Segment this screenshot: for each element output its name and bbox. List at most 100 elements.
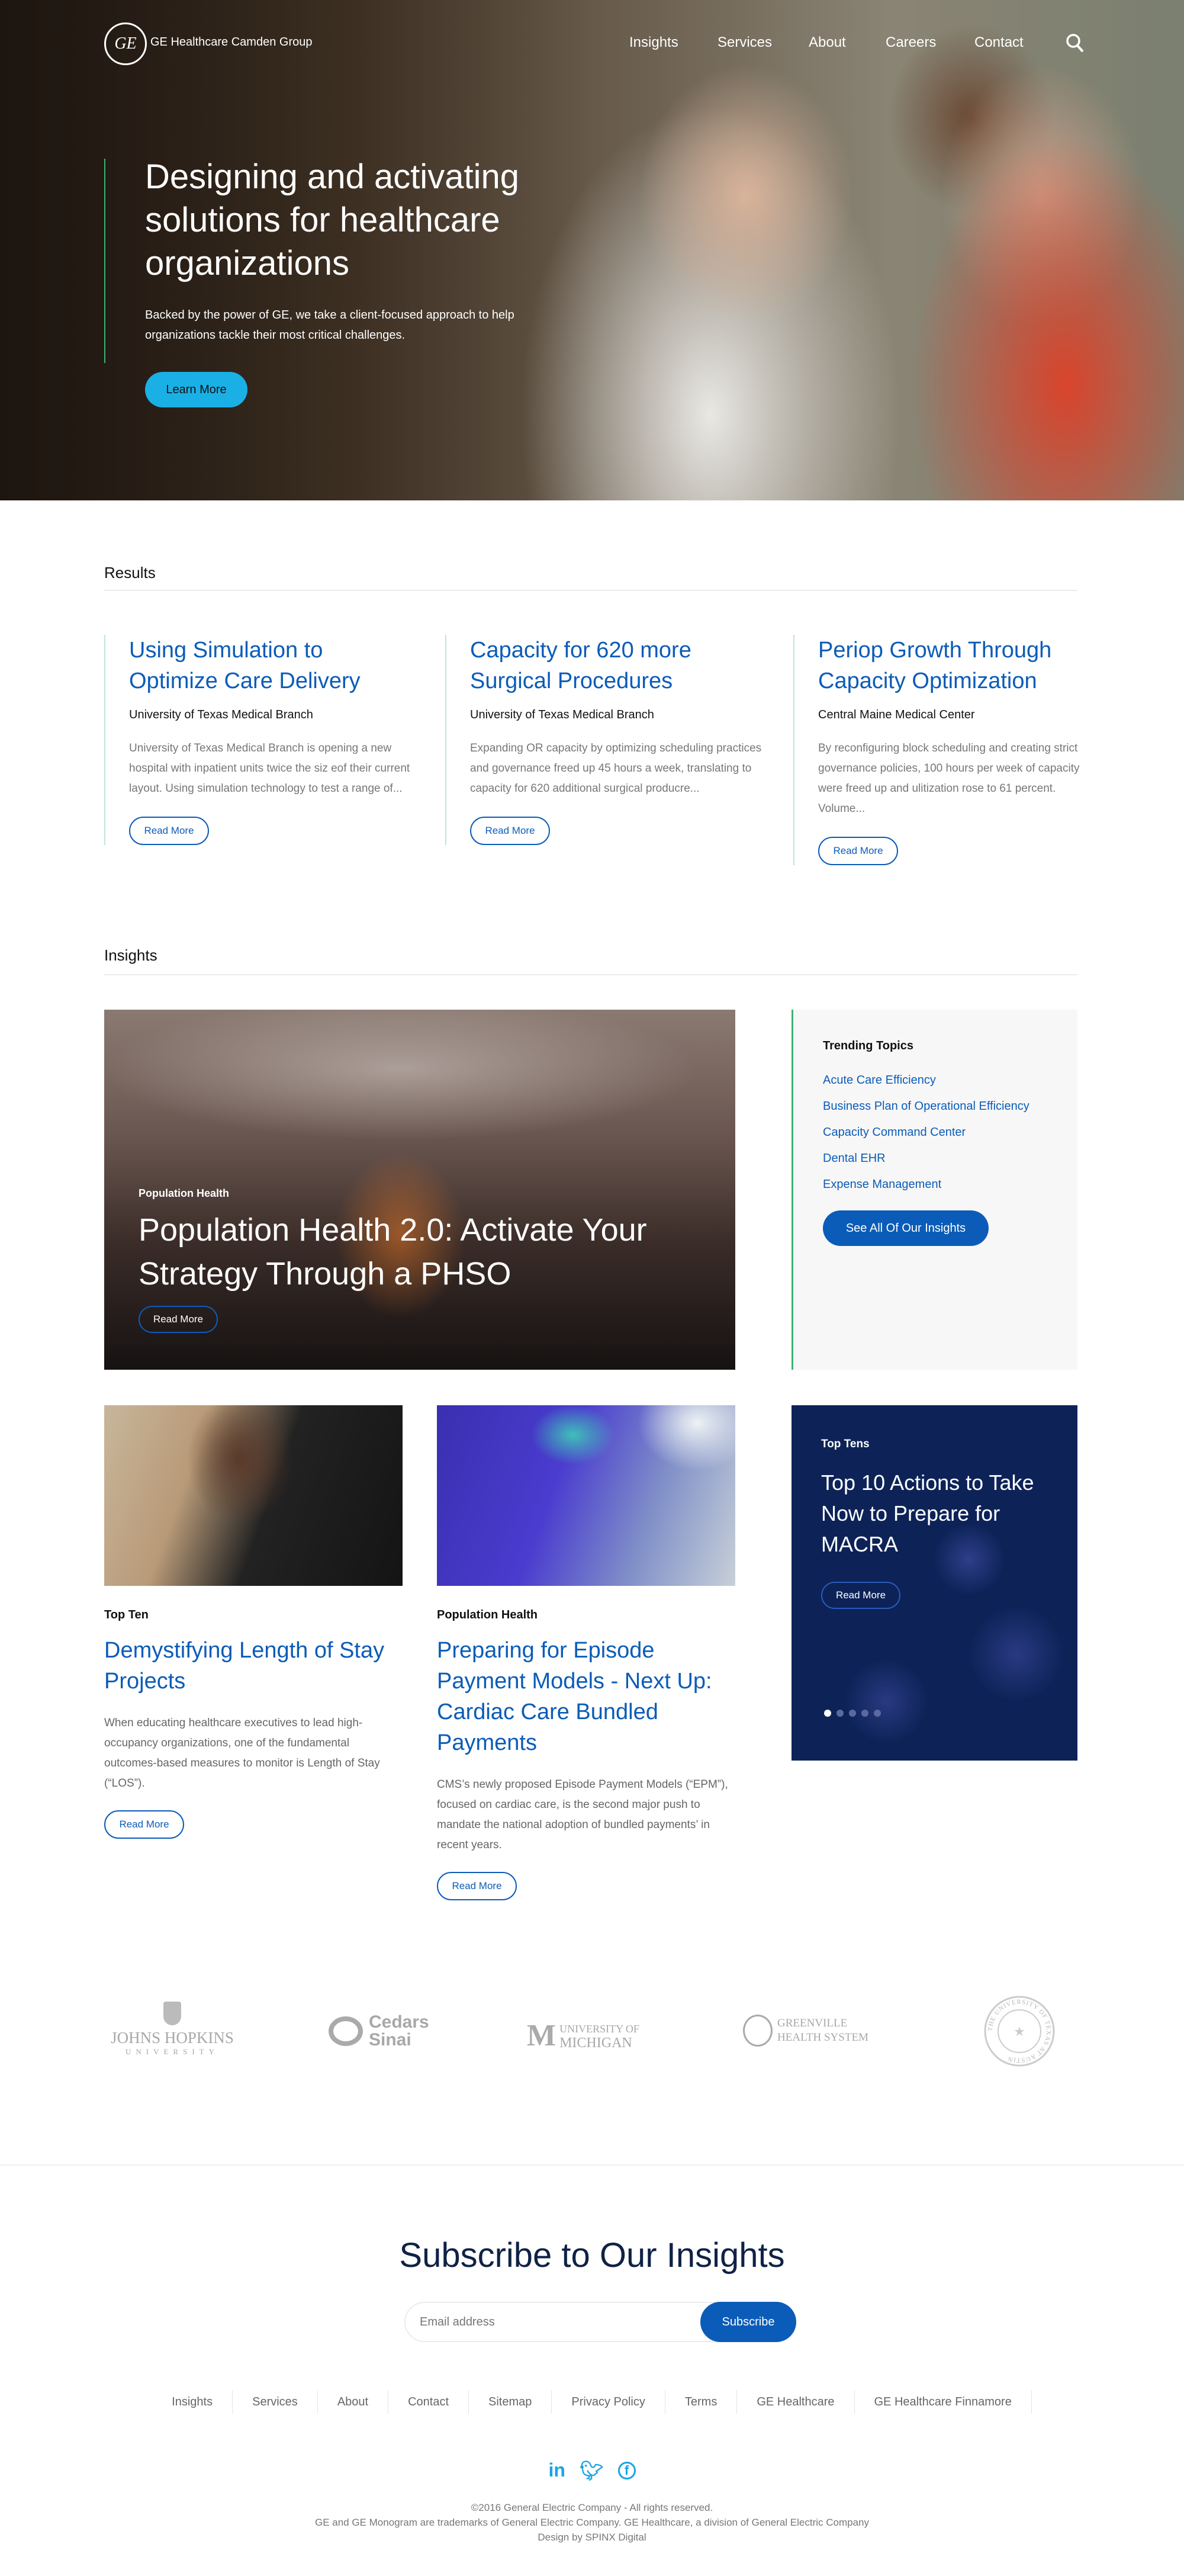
read-more-button[interactable]: Read More <box>437 1872 517 1900</box>
result-description: University of Texas Medical Branch is op… <box>129 742 410 795</box>
carousel-dots <box>824 1709 886 1720</box>
read-more-button[interactable]: Read More <box>470 817 550 845</box>
featured-title[interactable]: Population Health 2.0: Activate Your Str… <box>139 1208 671 1296</box>
top-tens-carousel: Top Tens Top 10 Actions to Take Now to P… <box>792 1405 1077 1761</box>
carousel-category: Top Tens <box>821 1438 870 1450</box>
topic-link[interactable]: Acute Care Efficiency <box>823 1074 1077 1087</box>
hero-accent-line <box>104 159 105 363</box>
insight-image[interactable] <box>437 1405 735 1586</box>
nav-insights[interactable]: Insights <box>629 34 678 51</box>
trending-heading: Trending Topics <box>823 1039 913 1052</box>
insight-image[interactable] <box>104 1405 403 1586</box>
carousel-dot[interactable] <box>874 1710 881 1717</box>
subscribe-button[interactable]: Subscribe <box>700 2302 796 2342</box>
featured-insight-card[interactable]: Population Health Population Health 2.0:… <box>104 1010 735 1370</box>
insight-description: CMS’s newly proposed Episode Payment Mod… <box>437 1778 728 1851</box>
result-description: By reconfiguring block scheduling and cr… <box>818 742 1080 815</box>
footer-link-insights[interactable]: Insights <box>152 2390 233 2414</box>
trademark-notice: GE and GE Monogram are trademarks of Gen… <box>314 2517 870 2528</box>
topic-link[interactable]: Expense Management <box>823 1178 1077 1191</box>
logo-text: GREENVILLE <box>777 2017 848 2029</box>
insight-title[interactable]: Preparing for Episode Payment Models - N… <box>437 1635 735 1758</box>
read-more-button[interactable]: Read More <box>129 817 209 845</box>
insight-category: Top Ten <box>104 1608 149 1621</box>
logo-text: MICHIGAN <box>559 2035 632 2051</box>
logo-text: HEALTH SYSTEM <box>777 2031 868 2044</box>
logo-text: Cedars <box>369 2012 429 2032</box>
footer-links: Insights Services About Contact Sitemap … <box>0 2390 1184 2414</box>
footer-link-terms[interactable]: Terms <box>665 2390 738 2414</box>
shield-icon <box>163 2002 181 2025</box>
nav-about[interactable]: About <box>809 34 846 51</box>
carousel-title[interactable]: Top 10 Actions to Take Now to Prepare fo… <box>821 1467 1058 1560</box>
hero-banner: GE GE Healthcare Camden Group Insights S… <box>0 0 1184 500</box>
topic-link[interactable]: Dental EHR <box>823 1152 1077 1165</box>
carousel-dot[interactable] <box>849 1710 856 1717</box>
insight-title[interactable]: Demystifying Length of Stay Projects <box>104 1635 403 1697</box>
result-title[interactable]: Using Simulation to Optimize Care Delive… <box>129 635 412 696</box>
logo-text: UNIVERSITY OF <box>559 2022 639 2035</box>
read-more-button[interactable]: Read More <box>104 1810 184 1839</box>
footer-link-sitemap[interactable]: Sitemap <box>469 2390 552 2414</box>
linkedin-icon[interactable]: in <box>548 2459 565 2482</box>
footer-link-ge-healthcare[interactable]: GE Healthcare <box>737 2390 855 2414</box>
result-client: Central Maine Medical Center <box>818 708 975 721</box>
insight-description: When educating healthcare executives to … <box>104 1717 380 1790</box>
carousel-dot[interactable] <box>861 1710 868 1717</box>
copyright: ©2016 General Electric Company - All rig… <box>471 2502 713 2513</box>
nav-contact[interactable]: Contact <box>974 34 1024 51</box>
nav-services[interactable]: Services <box>718 34 772 51</box>
greenville-health-system-logo: GREENVILLE HEALTH SYSTEM <box>743 2015 868 2047</box>
ut-austin-seal-logo: THE UNIVERSITY OF TEXAS AT AUSTIN ★ <box>984 1996 1055 2067</box>
result-card: Periop Growth Through Capacity Optimizat… <box>793 635 1089 865</box>
cedars-mark-icon <box>329 2016 363 2046</box>
hero-description: Backed by the power of GE, we take a cli… <box>145 309 514 342</box>
result-card: Using Simulation to Optimize Care Delive… <box>104 635 412 845</box>
read-more-button[interactable]: Read More <box>821 1582 900 1609</box>
university-of-michigan-logo: M UNIVERSITY OF MICHIGAN <box>527 2018 639 2053</box>
footer-link-about[interactable]: About <box>318 2390 389 2414</box>
nav-careers[interactable]: Careers <box>886 34 936 51</box>
social-links: in 🐦︎ f <box>0 2459 1184 2482</box>
facebook-icon[interactable]: f <box>617 2462 636 2479</box>
footer-link-ge-healthcare-finnamore[interactable]: GE Healthcare Finnamore <box>855 2390 1032 2414</box>
search-icon[interactable] <box>1066 33 1085 53</box>
learn-more-button[interactable]: Learn More <box>145 372 247 407</box>
carousel-dot-active[interactable] <box>824 1710 831 1717</box>
logo-text: Sinai <box>369 2030 411 2050</box>
logo-text: UNIVERSITY <box>126 2047 219 2056</box>
email-input[interactable] <box>420 2303 645 2341</box>
logo-text: JOHNS HOPKINS <box>111 2029 234 2047</box>
result-client: University of Texas Medical Branch <box>470 708 654 721</box>
read-more-button[interactable]: Read More <box>818 837 898 865</box>
insight-category: Population Health <box>437 1608 538 1621</box>
ge-logo-icon[interactable]: GE <box>104 23 147 65</box>
read-more-button[interactable]: Read More <box>139 1306 218 1333</box>
star-icon: ★ <box>1014 2024 1025 2039</box>
topic-link[interactable]: Business Plan of Operational Efficiency <box>823 1100 1077 1113</box>
footer-link-contact[interactable]: Contact <box>388 2390 469 2414</box>
results-divider <box>104 590 1077 591</box>
twitter-icon[interactable]: 🐦︎ <box>580 2459 604 2482</box>
results-heading: Results <box>104 564 156 582</box>
hero-title: Designing and activating solutions for h… <box>145 158 519 282</box>
insights-divider <box>104 974 1077 975</box>
topic-link[interactable]: Capacity Command Center <box>823 1126 1077 1139</box>
carousel-dot[interactable] <box>836 1710 844 1717</box>
result-title[interactable]: Capacity for 620 more Surgical Procedure… <box>470 635 765 696</box>
result-description: Expanding OR capacity by optimizing sche… <box>470 742 762 795</box>
logo-text: GE <box>114 34 137 53</box>
footer-link-privacy[interactable]: Privacy Policy <box>552 2390 665 2414</box>
block-m-icon: M <box>527 2019 556 2053</box>
featured-category: Population Health <box>139 1187 229 1199</box>
trending-topics-panel: Trending Topics Acute Care Efficiency Bu… <box>792 1010 1077 1370</box>
see-all-insights-button[interactable]: See All Of Our Insights <box>823 1210 989 1246</box>
insight-card: Top Ten Demystifying Length of Stay Proj… <box>104 1405 403 1839</box>
footer-link-services[interactable]: Services <box>233 2390 318 2414</box>
design-credit[interactable]: Design by SPINX Digital <box>0 2530 1184 2545</box>
result-title[interactable]: Periop Growth Through Capacity Optimizat… <box>818 635 1089 696</box>
insights-heading: Insights <box>104 946 157 964</box>
brand-name[interactable]: GE Healthcare Camden Group <box>150 36 312 49</box>
johns-hopkins-logo: JOHNS HOPKINS UNIVERSITY <box>104 2002 240 2057</box>
subscribe-form: Subscribe <box>404 2302 796 2342</box>
